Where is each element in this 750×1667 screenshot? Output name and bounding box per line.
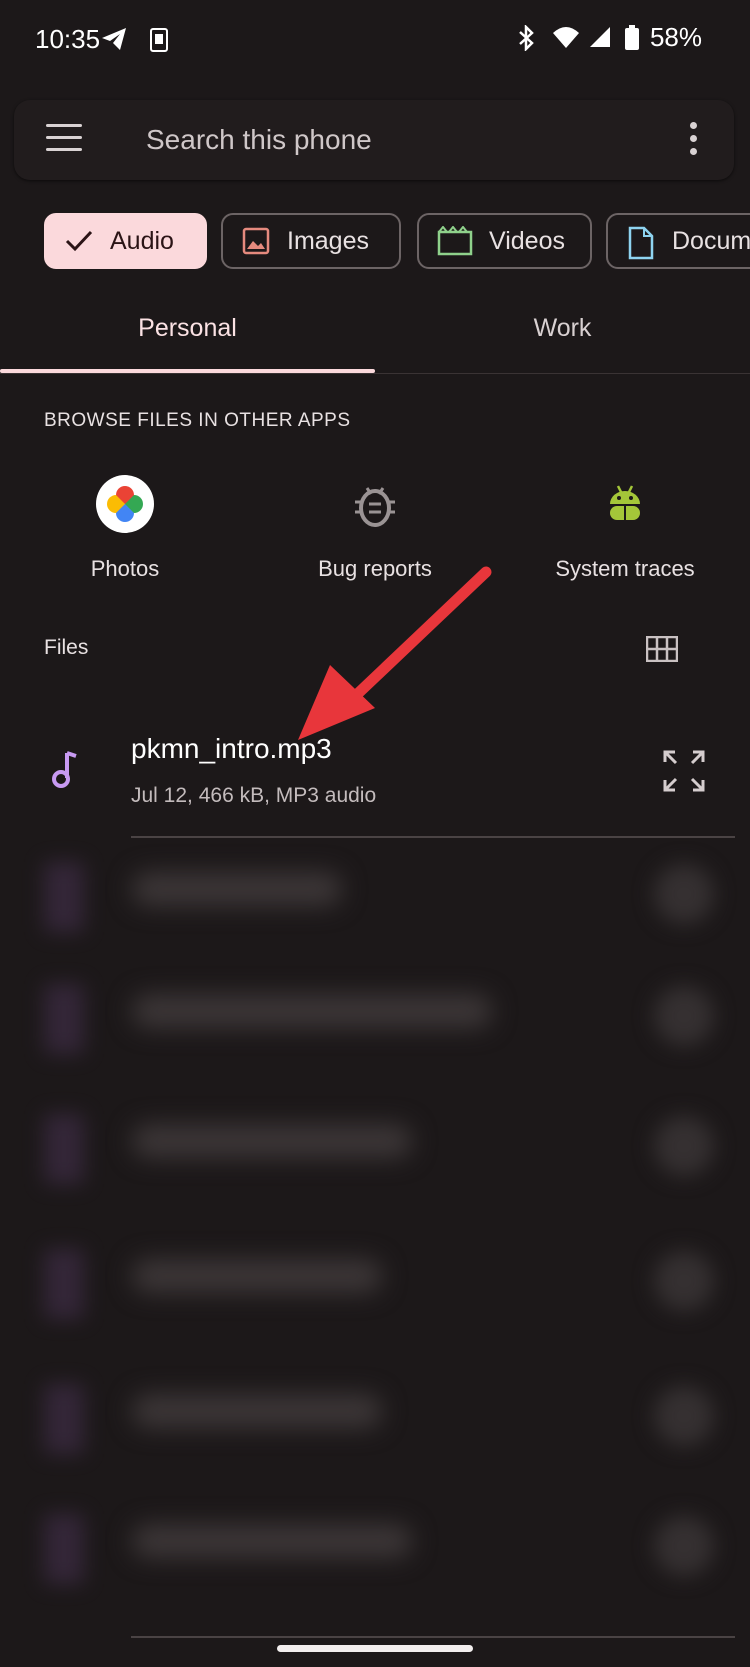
google-photos-icon (95, 474, 155, 534)
search-input[interactable]: Search this phone (146, 124, 372, 156)
battery-percentage: 58% (649, 22, 702, 52)
document-icon (626, 226, 656, 260)
status-icons: 58% (516, 22, 702, 53)
app-label: System traces (555, 556, 695, 581)
annotation-arrow (290, 560, 500, 760)
grid-view-icon[interactable] (645, 635, 679, 663)
check-icon (64, 226, 94, 256)
signal-icon (588, 25, 614, 51)
files-section-title: Files (44, 636, 89, 659)
android-icon (595, 474, 655, 534)
home-indicator[interactable] (277, 1645, 473, 1652)
chip-label: Audio (110, 226, 174, 255)
status-time: 10:35 (35, 24, 101, 54)
music-note-icon (50, 750, 80, 788)
video-icon (437, 225, 473, 256)
chip-videos[interactable]: Videos (417, 213, 592, 269)
file-details: Jul 12, 466 kB, MP3 audio (131, 784, 377, 807)
blurred-file-row[interactable] (44, 1225, 744, 1343)
row-divider (131, 1636, 735, 1638)
bluetooth-icon (516, 23, 542, 52)
chip-images[interactable]: Images (221, 213, 401, 269)
more-options-icon[interactable] (690, 122, 698, 158)
image-icon (241, 226, 271, 256)
tab-divider (0, 373, 750, 374)
hamburger-menu-icon[interactable] (46, 124, 82, 156)
tab-personal[interactable]: Personal (0, 314, 375, 343)
app-system-traces[interactable]: System traces (515, 474, 735, 582)
app-photos[interactable]: Photos (15, 474, 235, 582)
search-bar[interactable]: Search this phone (14, 100, 734, 180)
chip-audio[interactable]: Audio (44, 213, 207, 269)
chip-label: Docum (672, 226, 750, 255)
browse-section-title: BROWSE FILES IN OTHER APPS (44, 410, 351, 431)
blurred-file-row[interactable] (44, 1490, 744, 1608)
expand-preview-icon[interactable] (663, 750, 705, 792)
blurred-file-row[interactable] (44, 1360, 744, 1478)
chip-label: Videos (489, 226, 565, 255)
wifi-icon (552, 25, 579, 51)
battery-icon (624, 24, 640, 51)
status-bar: 10:35 58% (0, 0, 750, 84)
blurred-file-row[interactable] (44, 1090, 744, 1208)
tab-work[interactable]: Work (375, 314, 750, 343)
blurred-file-row[interactable] (44, 838, 744, 956)
app-label: Photos (90, 556, 160, 581)
bug-icon (345, 474, 405, 534)
chip-documents[interactable]: Docum (606, 213, 750, 269)
blurred-file-row[interactable] (44, 960, 744, 1078)
notification-app-icon (150, 28, 168, 52)
telegram-icon (100, 26, 128, 52)
chip-label: Images (287, 226, 369, 255)
